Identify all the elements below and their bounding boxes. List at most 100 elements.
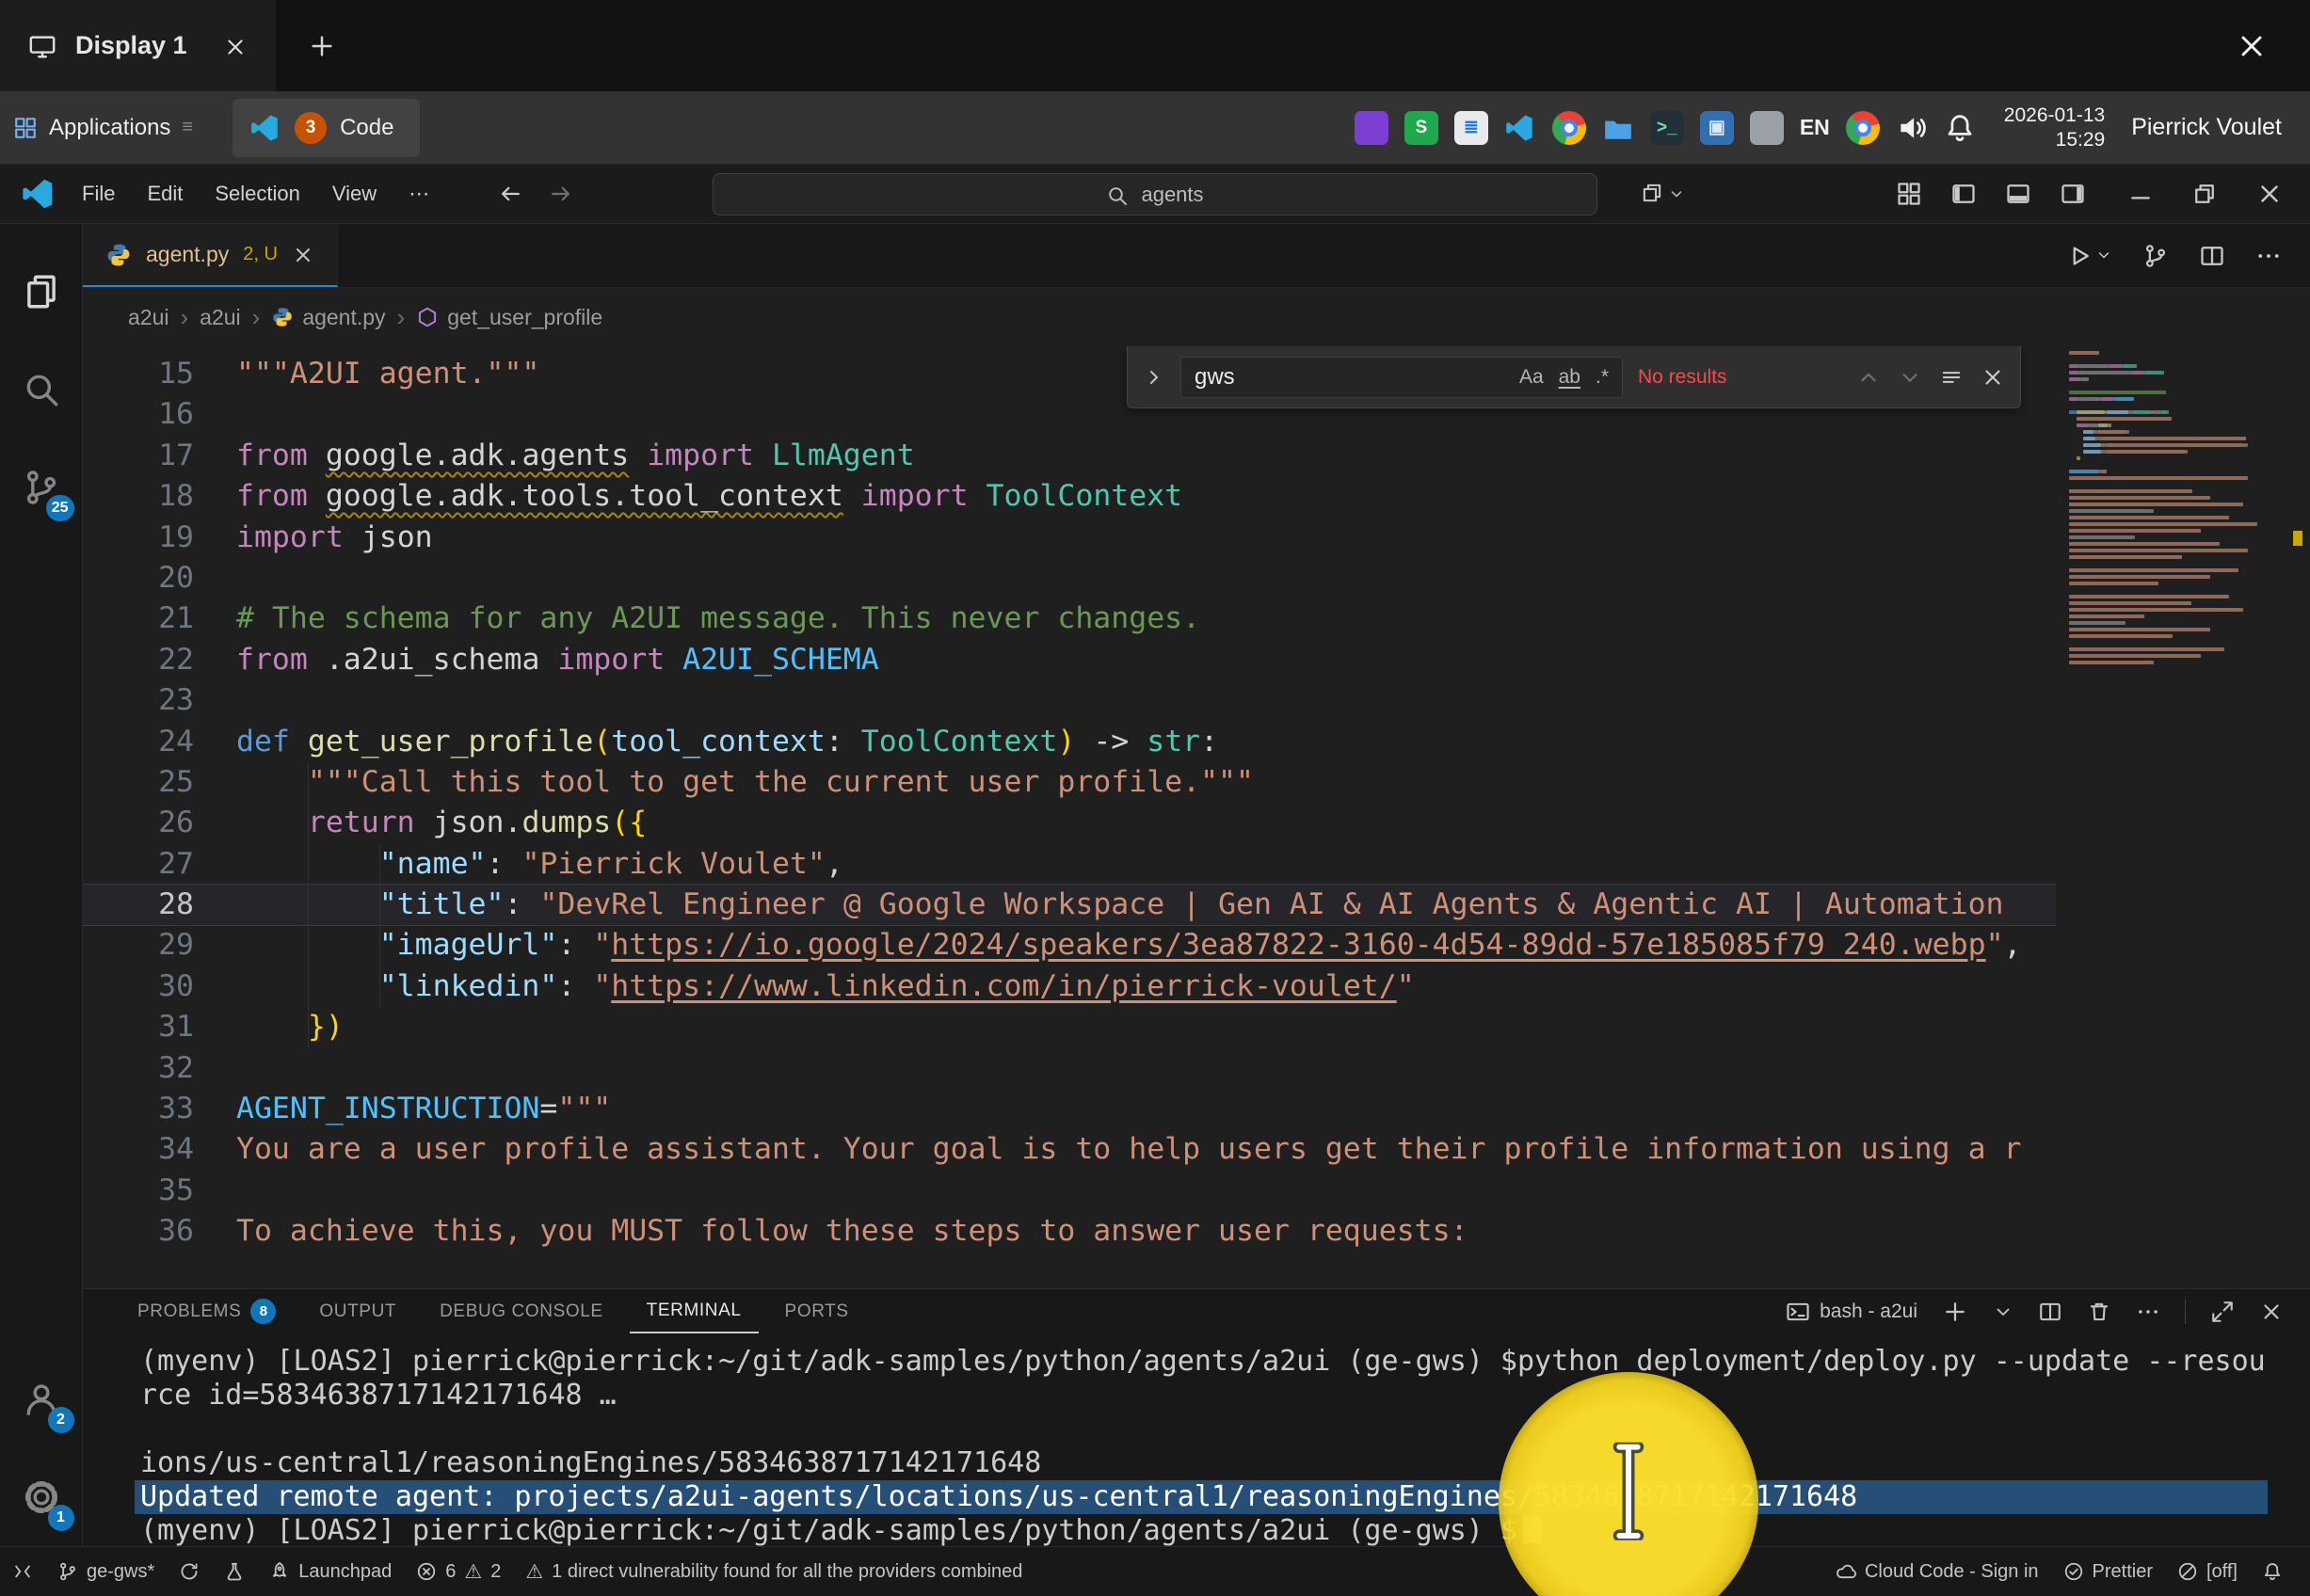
tray-app-docs[interactable]: ≣: [1454, 111, 1488, 145]
applications-menu[interactable]: Applications ≡: [0, 91, 208, 164]
tray-app-purple[interactable]: [1355, 111, 1388, 145]
cloud-code-signin[interactable]: Cloud Code - Sign in: [1823, 1561, 2051, 1583]
tab-close-icon[interactable]: [292, 244, 314, 266]
customize-layout-button[interactable]: [1896, 181, 1922, 207]
code-line-22[interactable]: 22from .a2ui_schema import A2UI_SCHEMA: [83, 640, 2056, 680]
clock[interactable]: 2026-01-13 15:29: [2004, 104, 2105, 152]
split-terminal-button[interactable]: [2038, 1300, 2062, 1324]
breadcrumb-item[interactable]: a2ui: [128, 305, 168, 330]
volume[interactable]: [1896, 112, 1928, 144]
new-tab-button[interactable]: [308, 32, 336, 60]
forward-button[interactable]: [548, 181, 574, 207]
close-button[interactable]: [2255, 180, 2284, 208]
tray-terminal[interactable]: >_: [1650, 111, 1684, 145]
code-line-17[interactable]: 17from google.adk.agents import LlmAgent: [83, 436, 2056, 476]
terminal-line[interactable]: (myenv) [LOAS2] pierrick@pierrick:~/git/…: [140, 1345, 2310, 1379]
source-control-graph-button[interactable]: [2142, 243, 2169, 269]
close-panel-button[interactable]: [2259, 1300, 2284, 1324]
git-branch[interactable]: ge-gws*: [45, 1547, 167, 1596]
menu-view[interactable]: View: [316, 182, 393, 206]
remote-indicator[interactable]: [0, 1547, 45, 1596]
activity-settings[interactable]: 1: [0, 1448, 83, 1546]
tray-chrome[interactable]: [1552, 111, 1586, 145]
terminal-line[interactable]: ions/us-central1/reasoningEngines/583463…: [140, 1446, 2310, 1480]
tab-agent-py[interactable]: agent.py 2, U: [83, 224, 338, 287]
code-line-24[interactable]: 24def get_user_profile(tool_context: Too…: [83, 722, 2056, 762]
code-line-20[interactable]: 20: [83, 558, 2056, 598]
activity-source-control[interactable]: 25: [0, 439, 83, 536]
vulnerability-warning[interactable]: ⚠1 direct vulnerability found for all th…: [513, 1547, 1035, 1596]
code-line-25[interactable]: 25 """Call this tool to get the current …: [83, 762, 2056, 803]
run-python-button[interactable]: [2066, 243, 2112, 269]
match-case-toggle[interactable]: Aa: [1519, 366, 1544, 389]
launchpad[interactable]: Launchpad: [257, 1547, 404, 1596]
code-line-26[interactable]: 26 return json.dumps({: [83, 803, 2056, 843]
code-line-36[interactable]: 36To achieve this, you MUST follow these…: [83, 1211, 2056, 1252]
window-close-icon[interactable]: [2235, 29, 2310, 63]
breadcrumb-item[interactable]: a2ui: [200, 305, 240, 330]
tray-bell[interactable]: [1944, 112, 1976, 144]
breadcrumb-item[interactable]: get_user_profile: [416, 305, 602, 330]
menu-selection[interactable]: Selection: [199, 182, 316, 206]
new-terminal-button[interactable]: [1942, 1299, 1968, 1325]
code-area[interactable]: 15"""A2UI agent."""1617from google.adk.a…: [83, 354, 2056, 1253]
activity-explorer[interactable]: [0, 243, 83, 341]
find-input[interactable]: gws Aa ab .*: [1180, 357, 1623, 398]
code-line-33[interactable]: 33AGENT_INSTRUCTION=""": [83, 1089, 2056, 1129]
vnc-display-tab[interactable]: Display 1: [0, 0, 276, 91]
menu-more[interactable]: ⋯: [393, 182, 445, 206]
copilot-off[interactable]: [off]: [2165, 1561, 2250, 1583]
panel-tab-debug-console[interactable]: DEBUG CONSOLE: [423, 1289, 620, 1333]
terminal-line[interactable]: (myenv) [LOAS2] pierrick@pierrick:~/git/…: [140, 1514, 2310, 1546]
find-in-selection-button[interactable]: [1939, 365, 1964, 390]
regex-toggle[interactable]: .*: [1596, 366, 1609, 389]
code-editor[interactable]: 15"""A2UI agent."""1617from google.adk.a…: [83, 346, 2310, 1288]
code-line-35[interactable]: 35: [83, 1171, 2056, 1211]
terminal-dropdown-button[interactable]: [1993, 1301, 2013, 1323]
close-find-button[interactable]: [1981, 365, 2005, 390]
maximize-panel-button[interactable]: [2210, 1300, 2235, 1324]
layout-control-button[interactable]: [1640, 180, 1685, 205]
experiments[interactable]: [212, 1547, 257, 1596]
terminal[interactable]: (myenv) [LOAS2] pierrick@pierrick:~/git/…: [83, 1333, 2310, 1546]
code-line-18[interactable]: 18from google.adk.tools.tool_context imp…: [83, 476, 2056, 517]
code-line-34[interactable]: 34You are a user profile assistant. Your…: [83, 1129, 2056, 1170]
menu-file[interactable]: File: [66, 182, 131, 206]
terminal-shell-selector[interactable]: bash - a2ui: [1786, 1300, 1917, 1324]
sync-status[interactable]: [167, 1547, 212, 1596]
code-line-19[interactable]: 19import json: [83, 518, 2056, 558]
tray-chrome-2[interactable]: [1846, 111, 1880, 145]
code-line-23[interactable]: 23: [83, 680, 2056, 721]
whole-word-toggle[interactable]: ab: [1559, 366, 1580, 389]
panel-tab-problems[interactable]: PROBLEMS8: [120, 1289, 293, 1333]
terminal-line[interactable]: Updated remote agent: projects/a2ui-agen…: [135, 1480, 2268, 1514]
terminal-line[interactable]: rce id=5834638717142171648 …: [140, 1379, 2310, 1412]
toggle-sidebar-button[interactable]: [1950, 181, 1977, 207]
code-line-32[interactable]: 32: [83, 1048, 2056, 1089]
tray-files[interactable]: [1602, 112, 1634, 144]
menu-edit[interactable]: Edit: [131, 182, 199, 206]
toggle-secondary-sidebar-button[interactable]: [2060, 181, 2086, 207]
more-actions-button[interactable]: [2255, 243, 2282, 269]
keyboard-layout[interactable]: EN: [1800, 115, 1830, 140]
kill-terminal-button[interactable]: [2087, 1300, 2111, 1324]
minimize-button[interactable]: [2127, 181, 2154, 207]
problems-summary[interactable]: 6⚠2: [404, 1547, 513, 1596]
tray-clip[interactable]: [1750, 111, 1784, 145]
code-line-21[interactable]: 21# The schema for any A2UI message. Thi…: [83, 598, 2056, 639]
prettier[interactable]: Prettier: [2051, 1561, 2165, 1583]
notifications-bell[interactable]: [2250, 1561, 2295, 1582]
toggle-panel-button[interactable]: [2005, 181, 2031, 207]
tray-app-green[interactable]: S: [1404, 111, 1438, 145]
user-name[interactable]: Pierrick Voulet: [2131, 114, 2282, 141]
overview-ruler[interactable]: [2282, 346, 2310, 1288]
tray-vscode[interactable]: [1504, 112, 1536, 144]
back-button[interactable]: [497, 181, 523, 207]
restore-button[interactable]: [2191, 181, 2218, 207]
panel-tab-terminal[interactable]: TERMINAL: [630, 1289, 759, 1333]
command-center-search[interactable]: agents: [713, 173, 1597, 215]
previous-match-button[interactable]: [1856, 365, 1881, 390]
activity-search[interactable]: [0, 341, 83, 439]
split-editor-button[interactable]: [2199, 243, 2225, 269]
panel-tab-ports[interactable]: PORTS: [768, 1289, 866, 1333]
